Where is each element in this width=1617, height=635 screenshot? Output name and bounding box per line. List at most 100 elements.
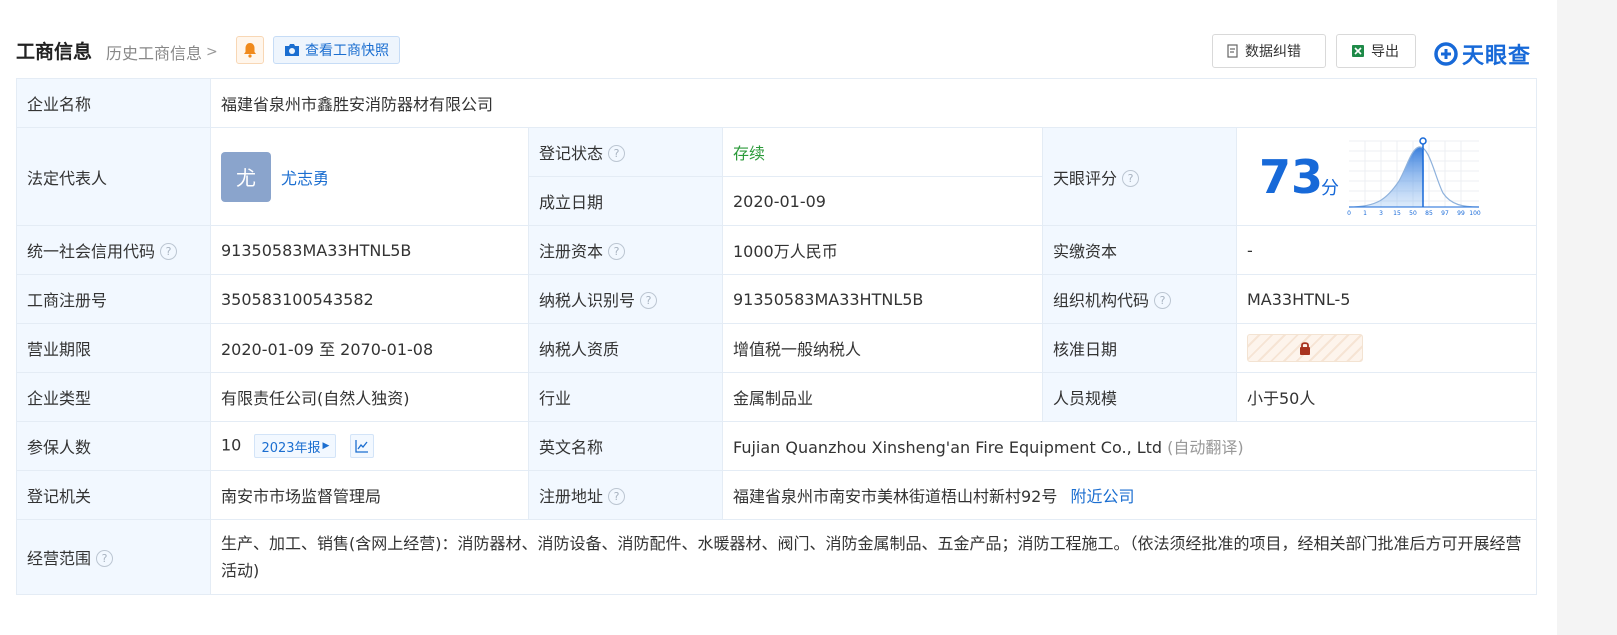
address-cell: 福建省泉州市南安市美林街道梧山村新村92号 附近公司 bbox=[721, 470, 1538, 520]
credit-code-label-cell: 统一社会信用代码? bbox=[16, 225, 211, 275]
status-label-cell: 登记状态? bbox=[528, 127, 723, 177]
export-button[interactable]: 导出 bbox=[1336, 34, 1416, 68]
score-unit: 分 bbox=[1321, 178, 1339, 199]
score-tick: 97 bbox=[1441, 210, 1449, 217]
excel-icon bbox=[1352, 45, 1364, 57]
annual-report-tag[interactable]: 2023年报 ▶ bbox=[254, 434, 337, 458]
score-tick: 85 bbox=[1425, 210, 1433, 217]
paid-capital-label: 实缴资本 bbox=[1042, 225, 1237, 275]
reg-authority-label: 登记机关 bbox=[16, 470, 211, 520]
status-value: 存续 bbox=[722, 127, 1043, 177]
help-icon[interactable]: ? bbox=[1122, 169, 1140, 187]
table-row: 企业名称 福建省泉州市鑫胜安消防器材有限公司 bbox=[16, 78, 1538, 128]
score-tick: 50 bbox=[1409, 210, 1417, 217]
insured-cell: 10 2023年报 ▶ bbox=[210, 421, 529, 471]
logo-text: 天眼查 bbox=[1462, 44, 1532, 69]
score-tick: 99 bbox=[1457, 210, 1465, 217]
business-info-panel: 工商信息 历史工商信息 > 查看工商快照 数据纠错 导出 天眼查 企业名称 福建… bbox=[16, 0, 1538, 595]
score-filled-area bbox=[1349, 146, 1424, 207]
staff-size-value: 小于50人 bbox=[1235, 372, 1538, 422]
help-icon[interactable]: ? bbox=[608, 488, 626, 505]
table-row: 参保人数 10 2023年报 ▶ 英文名称 Fujian Quanzhou Xin… bbox=[16, 421, 1538, 471]
insured-value: 10 bbox=[221, 435, 242, 455]
staff-size-label: 人员规模 bbox=[1042, 372, 1237, 422]
chevron-right-icon: > bbox=[206, 44, 218, 60]
nearby-companies-link[interactable]: 附近公司 bbox=[1070, 487, 1134, 506]
camera-icon bbox=[285, 44, 299, 56]
table-row: 法定代表人 尤 尤志勇 登记状态? 存续 天眼评分? 73 分 0 1 3 15… bbox=[16, 127, 1538, 226]
view-snapshot-button[interactable]: 查看工商快照 bbox=[273, 36, 400, 64]
history-business-info-link[interactable]: 历史工商信息 > bbox=[106, 40, 218, 64]
score-cell[interactable]: 73 分 0 1 3 15 50 85 97 99 100 bbox=[1235, 127, 1538, 226]
score-number: 73 bbox=[1259, 150, 1324, 204]
locked-value-button[interactable] bbox=[1247, 334, 1363, 362]
address-label: 注册地址 bbox=[539, 487, 604, 506]
business-scope-value: 生产、加工、销售(含网上经营)：消防器材、消防设备、消防配件、水暖器材、阀门、消… bbox=[209, 519, 1538, 595]
reg-no-label: 工商注册号 bbox=[16, 274, 211, 324]
reg-no-value: 350583100543582 bbox=[210, 274, 529, 324]
term-value: 2020-01-09 至 2070-01-08 bbox=[210, 323, 529, 373]
tianyancha-logo: 天眼查 bbox=[1434, 38, 1531, 70]
score-marker-dot bbox=[1419, 137, 1427, 145]
line-chart-icon bbox=[354, 440, 368, 453]
score-distribution-chart: 0 1 3 15 50 85 97 99 100 bbox=[1347, 137, 1481, 217]
paid-capital-value: - bbox=[1235, 225, 1538, 275]
section-title: 工商信息 bbox=[16, 41, 93, 63]
credit-code-label: 统一社会信用代码 bbox=[27, 242, 156, 261]
industry-label: 行业 bbox=[528, 372, 723, 422]
help-icon[interactable]: ? bbox=[608, 243, 626, 260]
document-edit-icon bbox=[1227, 44, 1238, 58]
trend-chart-button[interactable] bbox=[349, 434, 374, 458]
org-code-label-cell: 组织机构代码? bbox=[1042, 274, 1237, 324]
reg-capital-value: 1000万人民币 bbox=[722, 225, 1043, 275]
company-name-value: 福建省泉州市鑫胜安消防器材有限公司 bbox=[209, 78, 1538, 128]
lock-icon bbox=[1300, 342, 1310, 355]
company-type-label: 企业类型 bbox=[16, 372, 211, 422]
org-code-label: 组织机构代码 bbox=[1053, 291, 1150, 310]
taxpayer-qual-label: 纳税人资质 bbox=[528, 323, 723, 373]
help-icon[interactable]: ? bbox=[96, 550, 114, 567]
status-label: 登记状态 bbox=[539, 144, 604, 163]
business-info-table: 企业名称 福建省泉州市鑫胜安消防器材有限公司 法定代表人 尤 尤志勇 登记状态?… bbox=[16, 78, 1538, 595]
correction-label: 数据纠错 bbox=[1245, 44, 1301, 60]
term-label: 营业期限 bbox=[16, 323, 211, 373]
table-row: 企业类型 有限责任公司(自然人独资) 行业 金属制品业 人员规模 小于50人 bbox=[16, 372, 1538, 422]
bell-icon bbox=[244, 43, 256, 58]
approve-date-label: 核准日期 bbox=[1042, 323, 1237, 373]
taxpayer-id-label-cell: 纳税人识别号? bbox=[528, 274, 723, 324]
taxpayer-id-label: 纳税人识别号 bbox=[539, 291, 636, 310]
taxpayer-id-value: 91350583MA33HTNL5B bbox=[722, 274, 1043, 324]
reg-authority-value: 南安市市场监督管理局 bbox=[210, 470, 529, 520]
company-type-value: 有限责任公司(自然人独资) bbox=[210, 372, 529, 422]
help-icon[interactable]: ? bbox=[1154, 292, 1172, 309]
legal-rep-cell: 尤 尤志勇 bbox=[210, 127, 529, 226]
scope-label-cell: 经营范围? bbox=[16, 519, 211, 595]
annual-report-label: 2023年报 bbox=[261, 440, 321, 456]
monitor-bell-button[interactable] bbox=[236, 36, 264, 64]
export-label: 导出 bbox=[1371, 44, 1399, 60]
help-icon[interactable]: ? bbox=[640, 292, 658, 309]
score-tick: 100 bbox=[1469, 210, 1481, 217]
table-row: 经营范围? 生产、加工、销售(含网上经营)：消防器材、消防设备、消防配件、水暖器… bbox=[16, 519, 1538, 595]
caret-right-icon: ▶ bbox=[322, 441, 330, 451]
help-icon[interactable]: ? bbox=[160, 243, 178, 260]
table-row: 登记机关 南安市市场监督管理局 注册地址? 福建省泉州市南安市美林街道梧山村新村… bbox=[16, 470, 1538, 520]
legal-rep-name-link[interactable]: 尤志勇 bbox=[281, 165, 329, 189]
address-label-cell: 注册地址? bbox=[528, 470, 723, 520]
legal-rep-label: 法定代表人 bbox=[16, 127, 211, 226]
score-tick: 3 bbox=[1379, 210, 1383, 217]
founded-value: 2020-01-09 bbox=[722, 176, 1043, 226]
approve-date-cell bbox=[1235, 323, 1538, 373]
address-value: 福建省泉州市南安市美林街道梧山村新村92号 bbox=[733, 487, 1058, 506]
credit-code-value: 91350583MA33HTNL5B bbox=[210, 225, 529, 275]
taxpayer-qual-value: 增值税一般纳税人 bbox=[722, 323, 1043, 373]
insured-label: 参保人数 bbox=[16, 421, 211, 471]
help-icon[interactable]: ? bbox=[608, 145, 626, 162]
score-tick: 0 bbox=[1347, 210, 1351, 217]
reg-capital-label-cell: 注册资本? bbox=[528, 225, 723, 275]
english-name-cell: Fujian Quanzhou Xinsheng'an Fire Equipme… bbox=[721, 421, 1538, 471]
snapshot-label: 查看工商快照 bbox=[305, 43, 389, 59]
avatar: 尤 bbox=[221, 151, 271, 202]
founded-label: 成立日期 bbox=[528, 176, 723, 226]
data-correction-button[interactable]: 数据纠错 bbox=[1212, 34, 1326, 68]
